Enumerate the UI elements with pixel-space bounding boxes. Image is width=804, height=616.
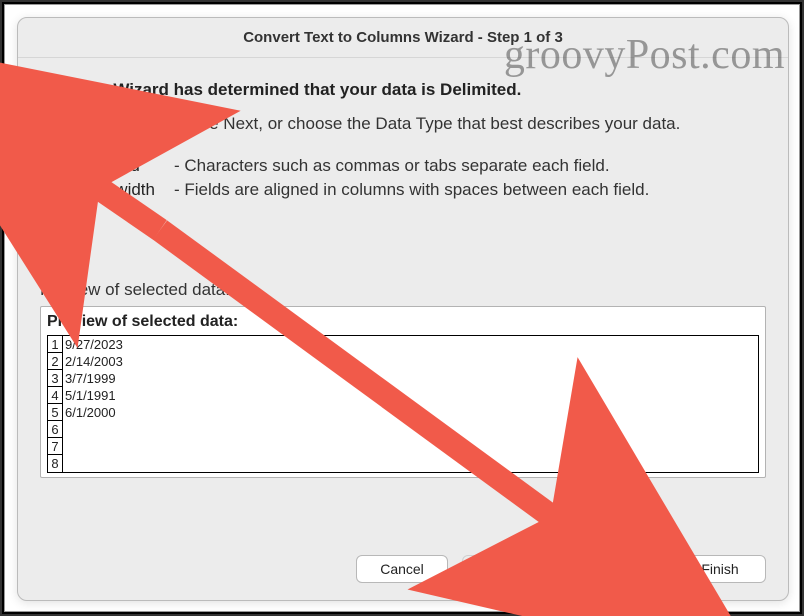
preview-cell: 6/1/2000 (63, 404, 758, 421)
preview-row: 8 (48, 455, 758, 472)
preview-cell (63, 421, 758, 438)
preview-cell: 3/7/1999 (63, 370, 758, 387)
instruction-text: If this is correct, choose Next, or choo… (40, 114, 766, 134)
back-button: < Back (462, 555, 554, 583)
cancel-button[interactable]: Cancel (356, 555, 448, 583)
preview-row-number: 1 (48, 336, 63, 353)
button-bar: Cancel < Back Next > Finish (18, 548, 788, 600)
preview-row: 7 (48, 438, 758, 455)
dialog-title: Convert Text to Columns Wizard - Step 1 … (243, 29, 563, 46)
preview-cell (63, 438, 758, 455)
preview-cell: 5/1/1991 (63, 387, 758, 404)
radio-row-delimited[interactable]: Delimited - Characters such as commas or… (40, 156, 766, 176)
dialog-content: The Text Wizard has determined that your… (18, 58, 788, 548)
preview-row: 6 (48, 421, 758, 438)
radio-fixed-label: Fixed width (69, 180, 174, 200)
preview-row-number: 8 (48, 455, 63, 472)
screenshot-frame: Convert Text to Columns Wizard - Step 1 … (4, 4, 800, 612)
radio-row-fixed[interactable]: Fixed width - Fields are aligned in colu… (40, 180, 766, 200)
finish-button[interactable]: Finish (674, 555, 766, 583)
preview-row-number: 2 (48, 353, 63, 370)
preview-row-number: 4 (48, 387, 63, 404)
radio-delimited-desc: - Characters such as commas or tabs sepa… (174, 156, 610, 176)
preview-row: 33/7/1999 (48, 370, 758, 387)
preview-row: 19/27/2023 (48, 336, 758, 353)
preview-cell: 9/27/2023 (63, 336, 758, 353)
radio-delimited-label: Delimited (69, 156, 174, 176)
radio-fixed-desc: - Fields are aligned in columns with spa… (174, 180, 649, 200)
preview-row-number: 5 (48, 404, 63, 421)
preview-row-number: 3 (48, 370, 63, 387)
preview-label: Preview of selected data: (40, 280, 766, 300)
preview-row: 22/14/2003 (48, 353, 758, 370)
preview-box: Preview of selected data: 19/27/202322/1… (40, 306, 766, 478)
heading: The Text Wizard has determined that your… (40, 80, 766, 100)
preview-cell (63, 455, 758, 472)
preview-box-title: Preview of selected data: (47, 313, 759, 331)
preview-row: 56/1/2000 (48, 404, 758, 421)
radio-fixed[interactable] (40, 181, 59, 200)
dialog-titlebar: Convert Text to Columns Wizard - Step 1 … (18, 18, 788, 58)
preview-row: 45/1/1991 (48, 387, 758, 404)
preview-cell: 2/14/2003 (63, 353, 758, 370)
preview-row-number: 7 (48, 438, 63, 455)
next-button[interactable]: Next > (568, 555, 660, 583)
radio-delimited[interactable] (40, 157, 59, 176)
preview-grid: 19/27/202322/14/200333/7/199945/1/199156… (47, 335, 759, 473)
wizard-dialog: Convert Text to Columns Wizard - Step 1 … (17, 17, 789, 601)
preview-row-number: 6 (48, 421, 63, 438)
